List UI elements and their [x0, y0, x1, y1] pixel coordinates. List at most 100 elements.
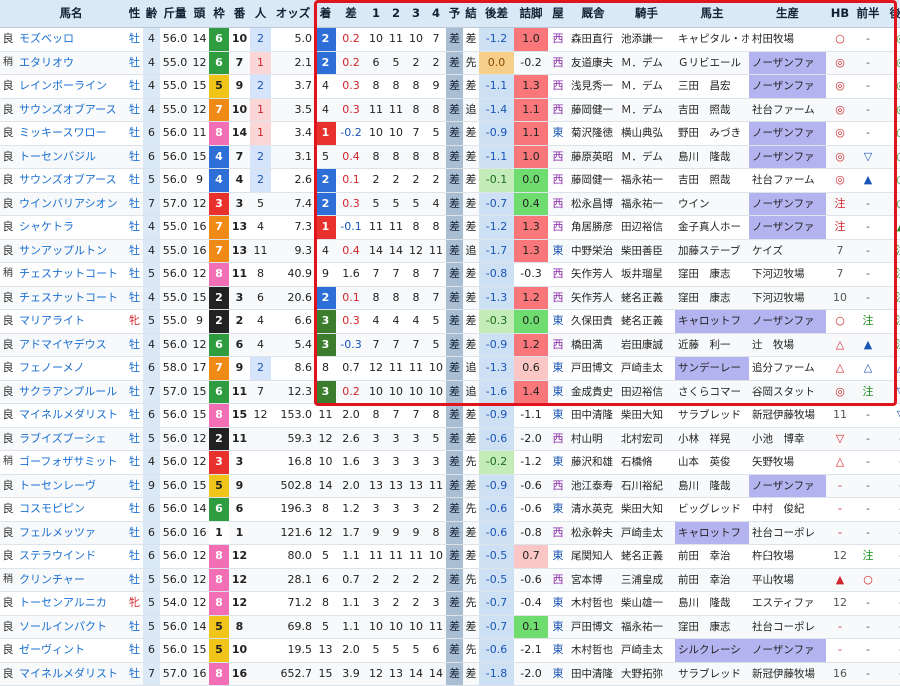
table-row[interactable]: 良マイネルメダリスト牡 6 56.0 15 8 15 12 153.0 11 2.0 8 7 7 8 差差 -…	[0, 403, 900, 428]
horse-name-link[interactable]: サンアップルトン	[16, 239, 126, 263]
table-row[interactable]: 稍クリンチャー牡 5 56.0 12 8 12 28.1 6 0.7 2 2 2 2 差先 -0.5 -0.6…	[0, 568, 900, 592]
corner1-cell: 14	[366, 239, 386, 263]
table-row[interactable]: 良モズベッロ牡 4 56.0 14 6 10 2 5.0 2 0.2 10 11 10 7 差差 -1.2 1.…	[0, 27, 900, 52]
column-header-chaku[interactable]: 着	[315, 0, 336, 28]
finish-position-cell: 12	[315, 427, 336, 451]
horse-name-link[interactable]: クリンチャー	[16, 568, 126, 592]
column-header-kousa[interactable]: 後差	[479, 0, 514, 28]
column-header-kekka[interactable]: 結	[463, 0, 479, 28]
horse-name-link[interactable]: サウンズオブアース	[16, 168, 126, 193]
table-row[interactable]: 良サウンズオブアース牡 5 56.0 9 4 4 2 2.6 2 0.1 2 2 2 2 差差 -0.1 0.0…	[0, 168, 900, 193]
column-header-ya[interactable]: 屋	[548, 0, 568, 28]
horse-name-link[interactable]: フェルメッツァ	[16, 521, 126, 545]
table-row[interactable]: 良シャケトラ牡 4 55.0 16 7 13 4 7.3 1 -0.1 11 11 8 8 差差 -1.2 1.…	[0, 215, 900, 240]
horse-name-link[interactable]: トーセンバジル	[16, 145, 126, 169]
predicted-style-cell: 差	[446, 309, 463, 334]
table-row[interactable]: 稍エタリオウ牡 4 55.0 12 6 7 1 2.1 2 0.2 6 5 2 2 差先 0.0 -0.2 西友道…	[0, 51, 900, 75]
column-header-kou[interactable]: 後半	[882, 0, 900, 28]
owner-cell: 加藤ステーブ	[675, 239, 749, 263]
table-row[interactable]: 良ラブイズブーシェ牡 5 56.0 12 2 11 59.3 12 2.6 3 3 3 5 差差 -0.6-…	[0, 427, 900, 451]
column-header-baba[interactable]	[0, 0, 16, 28]
horse-name-link[interactable]: トーセンアルニカ	[16, 591, 126, 616]
column-header-c3[interactable]: 3	[406, 0, 426, 28]
first-half-mark-cell: -	[854, 662, 882, 686]
horse-name-link[interactable]: レインボーライン	[16, 74, 126, 99]
table-row[interactable]: 稍ゴーフォザサミット牡 4 56.0 12 3 3 16.8 10 1.6 3 3 3 3 差先 -0.2-…	[0, 450, 900, 475]
horse-name-link[interactable]: エタリオウ	[16, 51, 126, 75]
column-header-breed[interactable]: 生産	[749, 0, 826, 28]
finish-position-cell: 3	[315, 309, 336, 334]
horse-name-link[interactable]: ウインバリアシオン	[16, 192, 126, 216]
horse-name-link[interactable]: トーセンレーヴ	[16, 474, 126, 498]
table-row[interactable]: 良アドマイヤデウス牡 4 56.0 12 6 6 4 5.4 3 -0.3 7 7 7 5 差差 -0.9 1.…	[0, 333, 900, 357]
horse-name-link[interactable]: ゼーヴィント	[16, 638, 126, 663]
owner-cell: キャロットフ	[675, 309, 749, 334]
horse-name-link[interactable]: サクラアンプルール	[16, 380, 126, 404]
horse-name-link[interactable]: ステラウインド	[16, 544, 126, 569]
gate-cell: 8	[209, 121, 229, 146]
corner4-cell: 10	[426, 356, 446, 381]
column-header-zen[interactable]: 前半	[854, 0, 882, 28]
late-diff-cell: -1.1	[479, 74, 514, 99]
column-header-c2[interactable]: 2	[386, 0, 406, 28]
table-row[interactable]: 良フェノーメノ牡 6 58.0 17 7 9 2 8.6 8 0.7 12 11 11 10 差追 -1.3 0…	[0, 356, 900, 381]
column-header-kyusha[interactable]: 厩舎	[568, 0, 618, 28]
table-row[interactable]: 良サウンズオブアース牡 4 55.0 12 7 10 1 3.5 4 0.3 11 11 8 8 差追 -1.…	[0, 98, 900, 122]
column-header-yoso[interactable]: 予	[446, 0, 463, 28]
column-header-kishu[interactable]: 騎手	[618, 0, 675, 28]
horse-name-link[interactable]: フェノーメノ	[16, 356, 126, 381]
column-header-uma[interactable]: 番	[229, 0, 250, 28]
table-row[interactable]: 良トーセンレーヴ牡 9 56.0 15 5 9 502.8 14 2.0 13 13 13 11 差差 -0…	[0, 474, 900, 498]
column-header-tou[interactable]: 頭	[190, 0, 209, 28]
column-header-hb[interactable]: HB	[826, 0, 854, 28]
table-row[interactable]: 良トーセンバジル牡 6 56.0 15 4 7 2 3.1 5 0.4 8 8 8 8 差差 -1.1 1.0 西…	[0, 145, 900, 169]
column-header-pop[interactable]: 人	[250, 0, 271, 28]
column-header-sa[interactable]: 差	[336, 0, 366, 28]
horse-name-link[interactable]: ゴーフォザサミット	[16, 450, 126, 475]
table-row[interactable]: 良コスモピピン牡 6 56.0 14 6 6 196.3 8 1.2 3 3 3 2 差先 -0.6 -0.6…	[0, 497, 900, 522]
horse-name-link[interactable]: コスモピピン	[16, 497, 126, 522]
column-header-owner[interactable]: 馬主	[675, 0, 749, 28]
table-row[interactable]: 良トーセンアルニカ牝 5 54.0 12 8 12 71.2 8 1.1 3 2 2 3 差先 -0.7 -0…	[0, 591, 900, 616]
table-row[interactable]: 稍チェスナットコート牡 5 56.0 12 8 11 8 40.9 9 1.6 7 7 8 7 差差 -0.8…	[0, 262, 900, 287]
table-row[interactable]: 良マリアライト牝 5 55.0 9 2 2 4 6.6 3 0.3 4 4 4 5 差差 -0.3 0.0 東久保…	[0, 309, 900, 334]
column-header-tsume[interactable]: 詰脚	[514, 0, 548, 28]
horse-name-link[interactable]: サウンズオブアース	[16, 98, 126, 122]
jockey-cell: 福永祐一	[618, 615, 675, 639]
table-row[interactable]: 良サンアップルトン牡 4 55.0 16 7 13 11 9.3 4 0.4 14 14 12 11 差追 -…	[0, 239, 900, 263]
table-row[interactable]: 良ソールインパクト牡 5 56.0 14 5 8 69.8 5 1.1 10 10 10 11 差差 -0.…	[0, 615, 900, 639]
horse-name-link[interactable]: チェスナットコート	[16, 286, 126, 310]
column-header-waku[interactable]: 枠	[209, 0, 229, 28]
horse-name-link[interactable]: チェスナットコート	[16, 262, 126, 287]
horse-name-link[interactable]: マリアライト	[16, 309, 126, 334]
table-row[interactable]: 良レインボーライン牡 4 55.0 15 5 9 2 3.7 4 0.3 8 8 8 9 差差 -1.1 1.3…	[0, 74, 900, 99]
table-row[interactable]: 良マイネルメダリスト牡 7 57.0 16 8 16 652.7 15 3.9 12 13 14 14 差…	[0, 662, 900, 686]
horse-name-link[interactable]: マイネルメダリスト	[16, 662, 126, 686]
column-header-c4[interactable]: 4	[426, 0, 446, 28]
column-header-c1[interactable]: 1	[366, 0, 386, 28]
jockey-cell: 石橋脩	[618, 450, 675, 475]
column-header-name[interactable]: 馬名	[16, 0, 126, 28]
weight-cell: 58.0	[160, 356, 190, 381]
horse-name-link[interactable]: ソールインパクト	[16, 615, 126, 639]
horse-name-link[interactable]: マイネルメダリスト	[16, 403, 126, 428]
table-row[interactable]: 良ミッキースワロー牡 6 56.0 11 8 14 1 3.4 1 -0.2 10 10 7 5 差差 -0.…	[0, 121, 900, 146]
table-row[interactable]: 良ステラウインド牡 6 56.0 12 8 12 80.0 5 1.1 11 11 11 10 差差 -0.…	[0, 544, 900, 569]
horse-name-link[interactable]: ラブイズブーシェ	[16, 427, 126, 451]
horse-number-cell: 11	[229, 262, 250, 287]
table-row[interactable]: 良ゼーヴィント牡 6 56.0 15 5 10 19.5 13 2.0 5 5 5 6 差先 -0.6 -2.…	[0, 638, 900, 663]
table-row[interactable]: 良チェスナットコート牡 4 55.0 15 2 3 6 20.6 2 0.1 8 8 8 7 差差 -1.3 1…	[0, 286, 900, 310]
jockey-cell: 蛯名正義	[618, 286, 675, 310]
table-row[interactable]: 良ウインバリアシオン牡 7 57.0 12 3 3 5 7.4 2 0.3 5 5 5 4 差差 -0.7 0.…	[0, 192, 900, 216]
horse-number-cell: 9	[229, 74, 250, 99]
column-header-odds[interactable]: オッズ	[271, 0, 315, 28]
column-header-kin[interactable]: 斤量	[160, 0, 190, 28]
horse-name-link[interactable]: シャケトラ	[16, 215, 126, 240]
table-row[interactable]: 良フェルメッツァ牡 6 56.0 16 1 1 121.6 12 1.7 9 9 9 8 差差 -0.6 -0…	[0, 521, 900, 545]
horse-name-link[interactable]: アドマイヤデウス	[16, 333, 126, 357]
horse-name-link[interactable]: ミッキースワロー	[16, 121, 126, 146]
column-header-age[interactable]: 齢	[143, 0, 160, 28]
column-header-sex[interactable]: 性	[126, 0, 143, 28]
horse-name-link[interactable]: モズベッロ	[16, 27, 126, 52]
table-row[interactable]: 良サクラアンプルール牡 7 57.0 15 6 11 7 12.3 3 0.2 10 10 10 10 差追…	[0, 380, 900, 404]
